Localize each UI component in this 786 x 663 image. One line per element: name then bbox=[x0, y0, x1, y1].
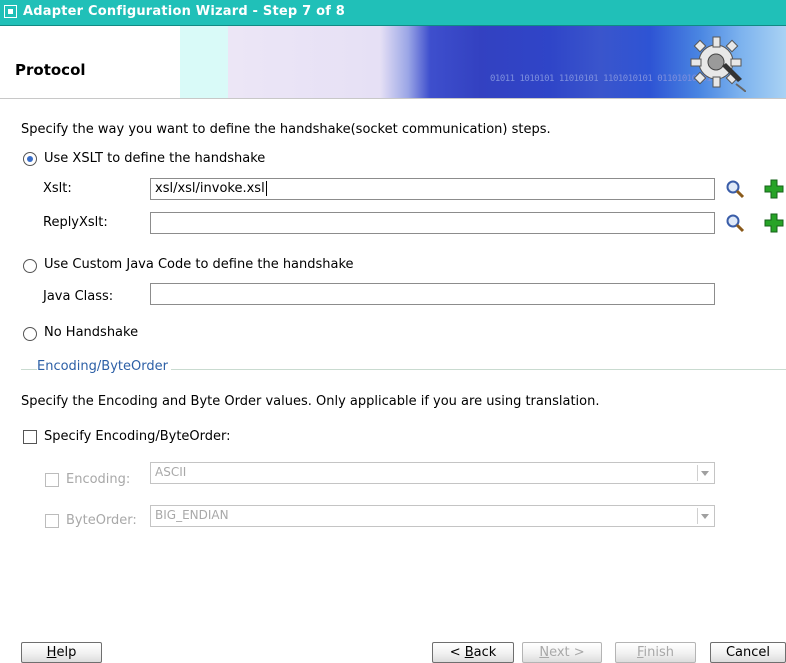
reply-xslt-input[interactable] bbox=[150, 212, 715, 234]
finish-label: inish bbox=[643, 645, 675, 660]
xslt-label: Xslt: bbox=[43, 181, 72, 196]
encoding-select-value: ASCII bbox=[155, 465, 187, 479]
java-class-input[interactable] bbox=[150, 283, 715, 305]
java-radio-label[interactable]: Use Custom Java Code to define the hands… bbox=[44, 257, 354, 272]
text-caret bbox=[265, 181, 267, 196]
wizard-banner: Protocol 01011 1010101 11010101 11010101… bbox=[0, 26, 786, 99]
specify-encoding-checkbox[interactable] bbox=[23, 430, 37, 444]
encoding-group-title: Encoding/ByteOrder bbox=[37, 359, 171, 374]
encoding-checkbox[interactable] bbox=[45, 473, 59, 487]
window-menu-icon[interactable] bbox=[4, 5, 17, 18]
help-button[interactable]: Help bbox=[21, 642, 102, 663]
java-radio[interactable] bbox=[23, 259, 37, 273]
title-bar: Adapter Configuration Wizard - Step 7 of… bbox=[0, 0, 786, 26]
chevron-down-icon[interactable] bbox=[697, 465, 712, 481]
add-icon[interactable] bbox=[764, 213, 784, 233]
back-button[interactable]: < Back bbox=[432, 642, 514, 663]
banner-binary-text: 01011 1010101 11010101 1101010101 011010… bbox=[490, 74, 712, 84]
xslt-input[interactable]: xsl/xsl/invoke.xsl bbox=[150, 178, 715, 200]
next-label: ext > bbox=[549, 645, 585, 660]
xslt-radio[interactable] bbox=[23, 152, 37, 166]
cancel-button[interactable]: Cancel bbox=[710, 642, 786, 663]
handshake-instruction: Specify the way you want to define the h… bbox=[21, 122, 551, 137]
back-label: ack bbox=[473, 645, 497, 660]
byteorder-select[interactable]: BIG_ENDIAN bbox=[150, 505, 715, 527]
help-label: elp bbox=[56, 645, 77, 660]
back-prefix: < bbox=[449, 645, 465, 660]
byteorder-checkbox[interactable] bbox=[45, 514, 59, 528]
add-icon[interactable] bbox=[764, 179, 784, 199]
xslt-radio-label[interactable]: Use XSLT to define the handshake bbox=[44, 151, 265, 166]
encoding-instruction: Specify the Encoding and Byte Order valu… bbox=[21, 394, 600, 409]
search-icon[interactable] bbox=[725, 213, 745, 233]
page-title: Protocol bbox=[15, 61, 86, 79]
reply-xslt-label: ReplyXslt: bbox=[43, 215, 108, 230]
no-handshake-radio[interactable] bbox=[23, 327, 37, 341]
specify-encoding-label[interactable]: Specify Encoding/ByteOrder: bbox=[44, 429, 231, 444]
next-button[interactable]: Next > bbox=[522, 642, 602, 663]
byteorder-select-value: BIG_ENDIAN bbox=[155, 508, 229, 522]
chevron-down-icon[interactable] bbox=[697, 508, 712, 524]
gear-plug-icon bbox=[690, 36, 746, 92]
encoding-select[interactable]: ASCII bbox=[150, 462, 715, 484]
encoding-label: Encoding: bbox=[66, 472, 131, 487]
help-mnemonic: H bbox=[46, 645, 57, 660]
xslt-input-value: xsl/xsl/invoke.xsl bbox=[155, 181, 265, 196]
byteorder-label: ByteOrder: bbox=[66, 513, 137, 528]
next-mnemonic: N bbox=[539, 645, 550, 660]
finish-button[interactable]: Finish bbox=[615, 642, 696, 663]
java-class-label: Java Class: bbox=[43, 289, 114, 304]
back-mnemonic: B bbox=[464, 645, 474, 660]
search-icon[interactable] bbox=[725, 179, 745, 199]
window-title: Adapter Configuration Wizard - Step 7 of… bbox=[23, 4, 346, 19]
no-handshake-label[interactable]: No Handshake bbox=[44, 325, 138, 340]
